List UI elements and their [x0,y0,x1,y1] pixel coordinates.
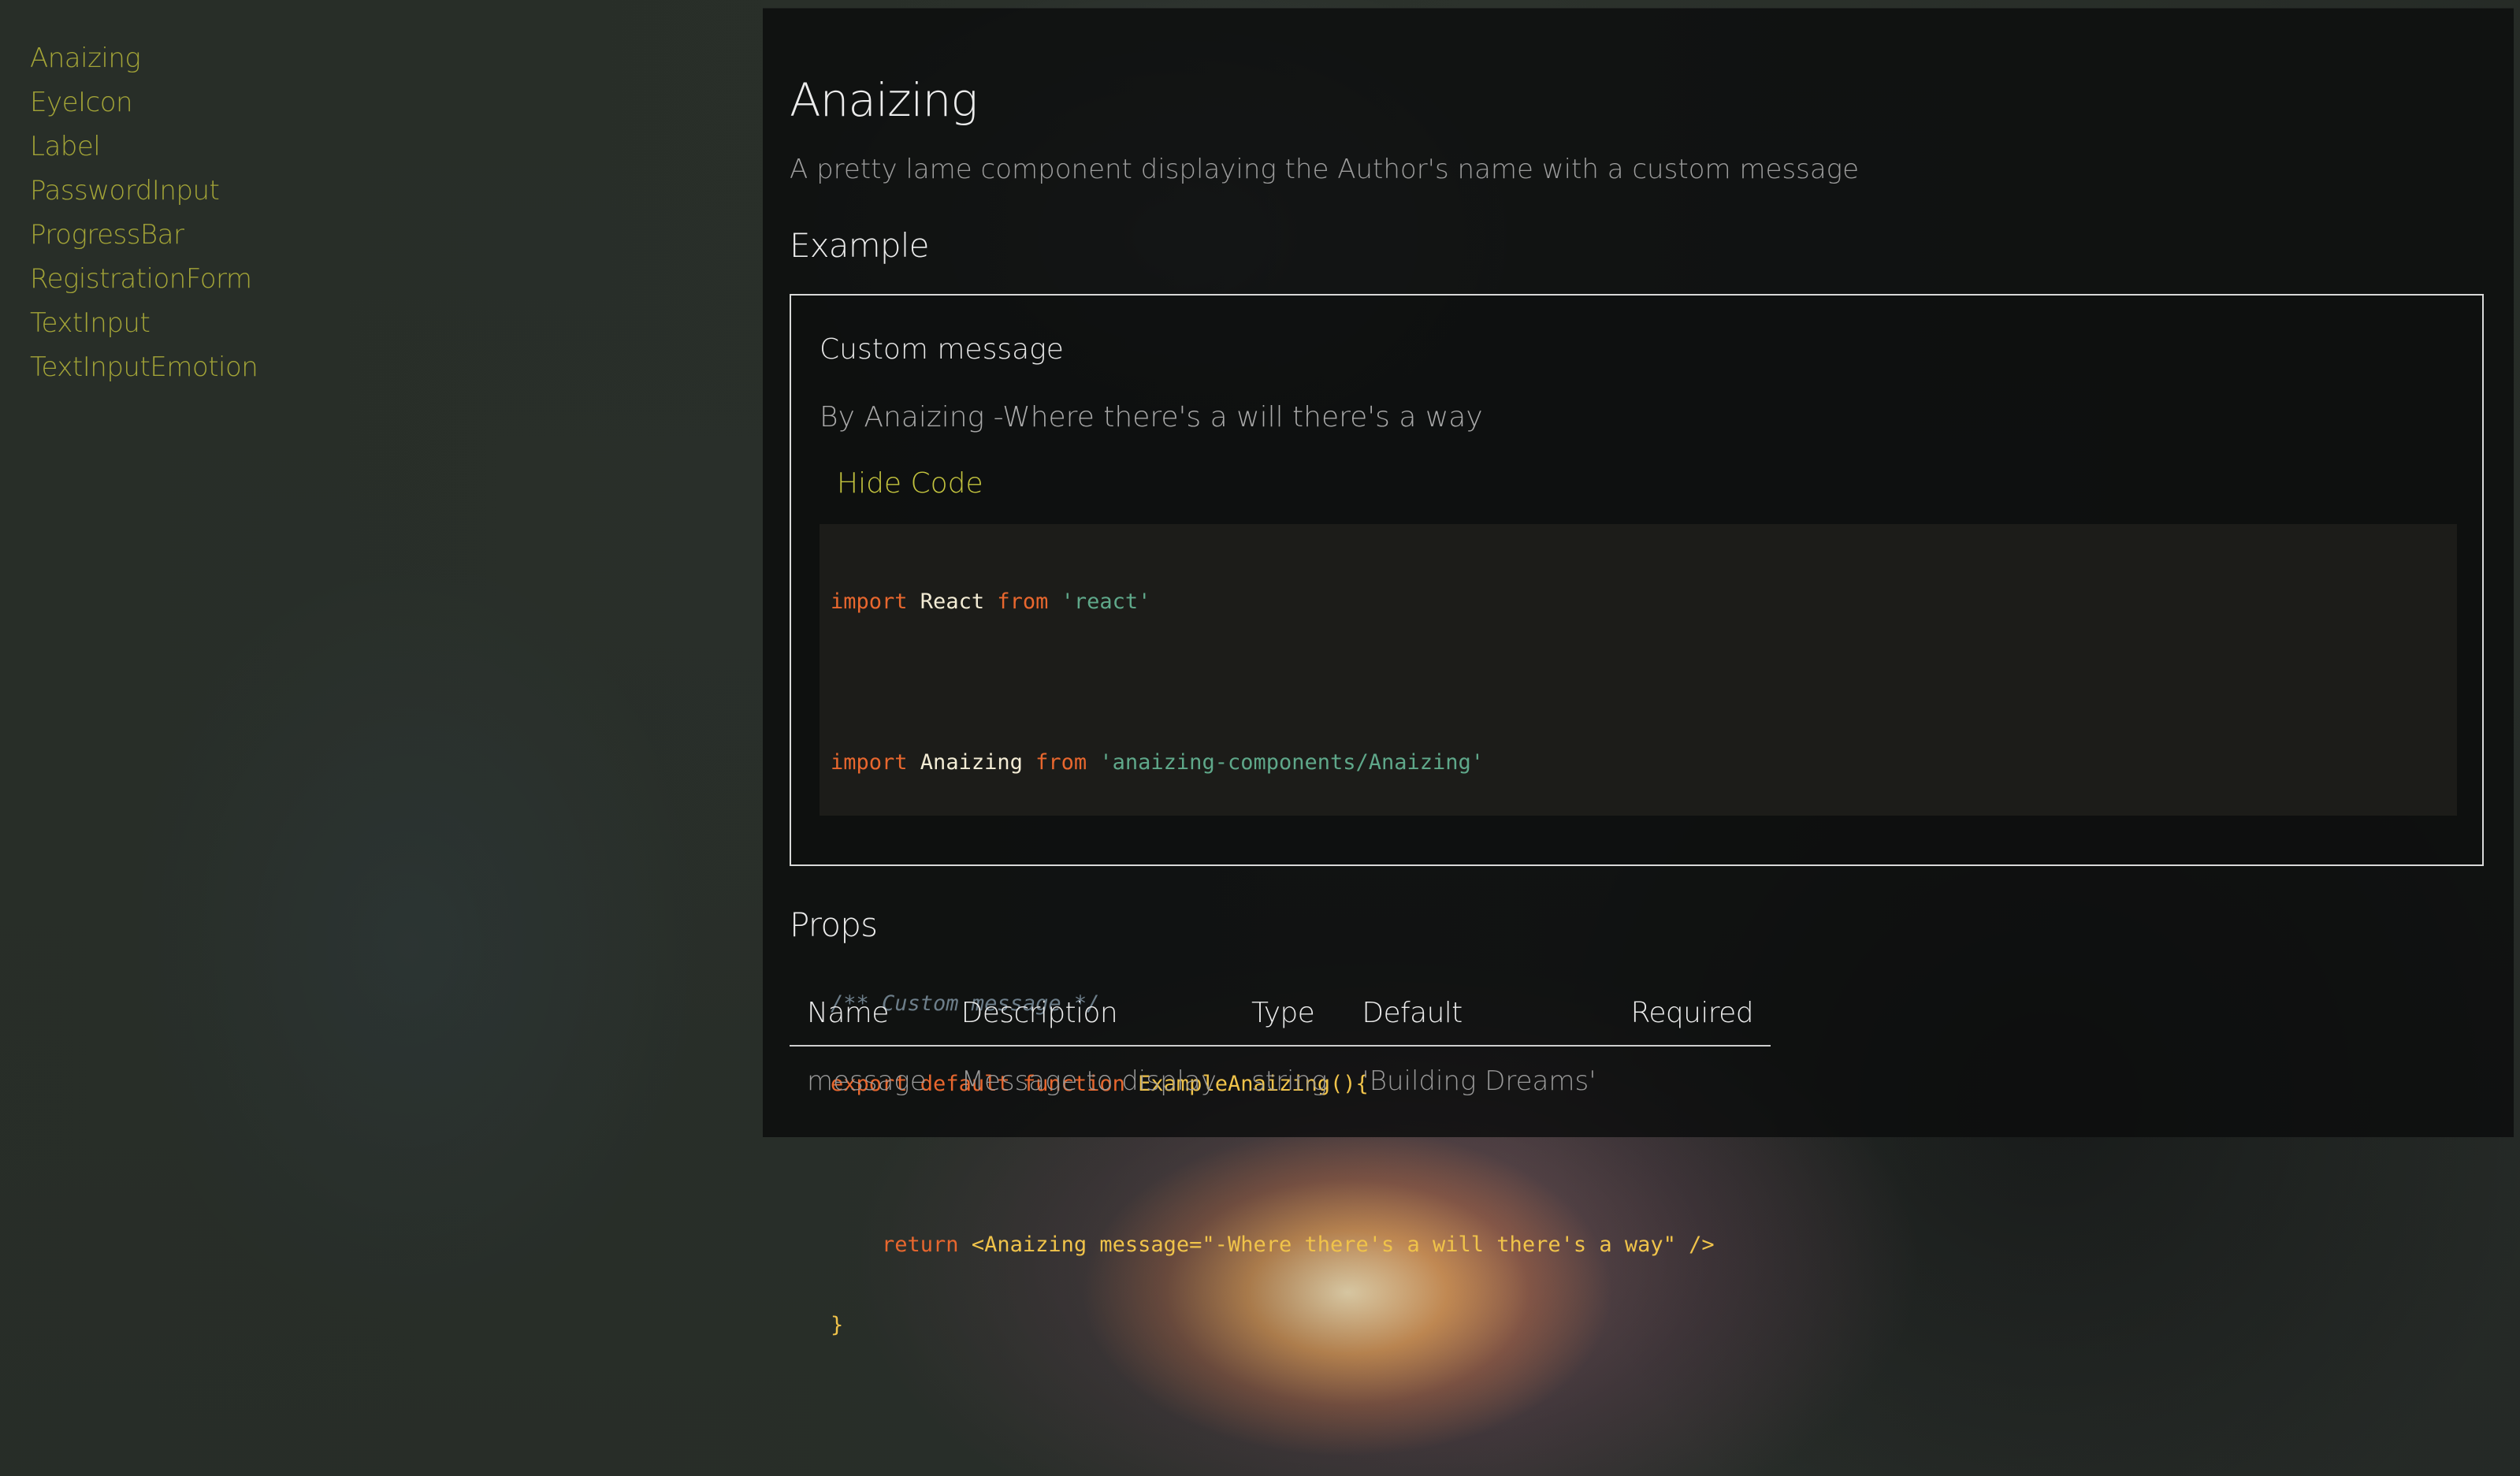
code-token-identifier: React [907,589,998,614]
code-token-keyword: from [1035,750,1087,775]
page-title: Anaizing [790,73,978,127]
code-line: import Anaizing from 'anaizing-component… [831,749,2446,776]
code-line: return <Anaizing message="-Where there's… [831,1232,2446,1259]
code-token-brace: } [831,1313,844,1337]
header-default: Default [1344,975,1614,1047]
sidebar-item-passwordinput[interactable]: PasswordInput [30,169,708,213]
code-token-identifier: Anaizing [907,750,1036,775]
sidebar-item-anaizing[interactable]: Anaizing [30,36,708,80]
sidebar-item-textinput[interactable]: TextInput [30,301,708,345]
sidebar-item-textinputemotion[interactable]: TextInputEmotion [30,345,708,389]
example-heading: Example [790,226,929,265]
code-token-string: 'react' [1048,589,1151,614]
code-token-keyword: import [831,750,908,775]
main-panel: Anaizing A pretty lame component display… [763,8,2514,1337]
code-line: import React from 'react' [831,589,2446,615]
header-description: Description [943,975,1234,1047]
props-header-row: Name Description Type Default Required [790,975,1771,1047]
code-token-jsx: <Anaizing message="-Where there's a will… [958,1232,1715,1257]
hide-code-button[interactable]: Hide Code [837,467,983,500]
sidebar-item-progressbar[interactable]: ProgressBar [30,213,708,257]
props-heading: Props [790,905,878,944]
header-name: Name [790,975,944,1047]
header-required: Required [1613,975,1771,1047]
cell-required [1614,1046,1771,1116]
sidebar-item-label[interactable]: Label [30,125,708,169]
code-line: } [831,1312,2446,1339]
code-token-keyword: return [882,1232,959,1257]
cell-description: Message to display [961,1065,1217,1097]
sidebar-item-registrationform[interactable]: RegistrationForm [30,257,708,301]
component-description: A pretty lame component displaying the A… [790,154,1859,185]
code-token-keyword: import [831,589,908,614]
example-output: By Anaizing -Where there's a will there'… [820,401,1483,433]
cell-type: string [1251,1065,1328,1097]
example-title: Custom message [820,333,1064,366]
code-block[interactable]: import React from 'react' import Anaizin… [820,524,2457,1337]
code-token-keyword: from [997,589,1049,614]
sidebar-nav: Anaizing EyeIcon Label PasswordInput Pro… [30,36,708,389]
code-token-string: 'anaizing-components/Anaizing' [1087,750,1485,775]
cell-default: 'Building Dreams' [1362,1065,1596,1097]
sidebar-item-eyeicon[interactable]: EyeIcon [30,80,708,125]
table-row: message Message to display string 'Build… [790,1046,1771,1116]
example-box: Custom message By Anaizing -Where there'… [790,294,2484,1337]
props-table: Name Description Type Default Required m… [790,975,1771,1116]
header-type: Type [1233,975,1345,1047]
cell-name: message [807,1065,927,1097]
